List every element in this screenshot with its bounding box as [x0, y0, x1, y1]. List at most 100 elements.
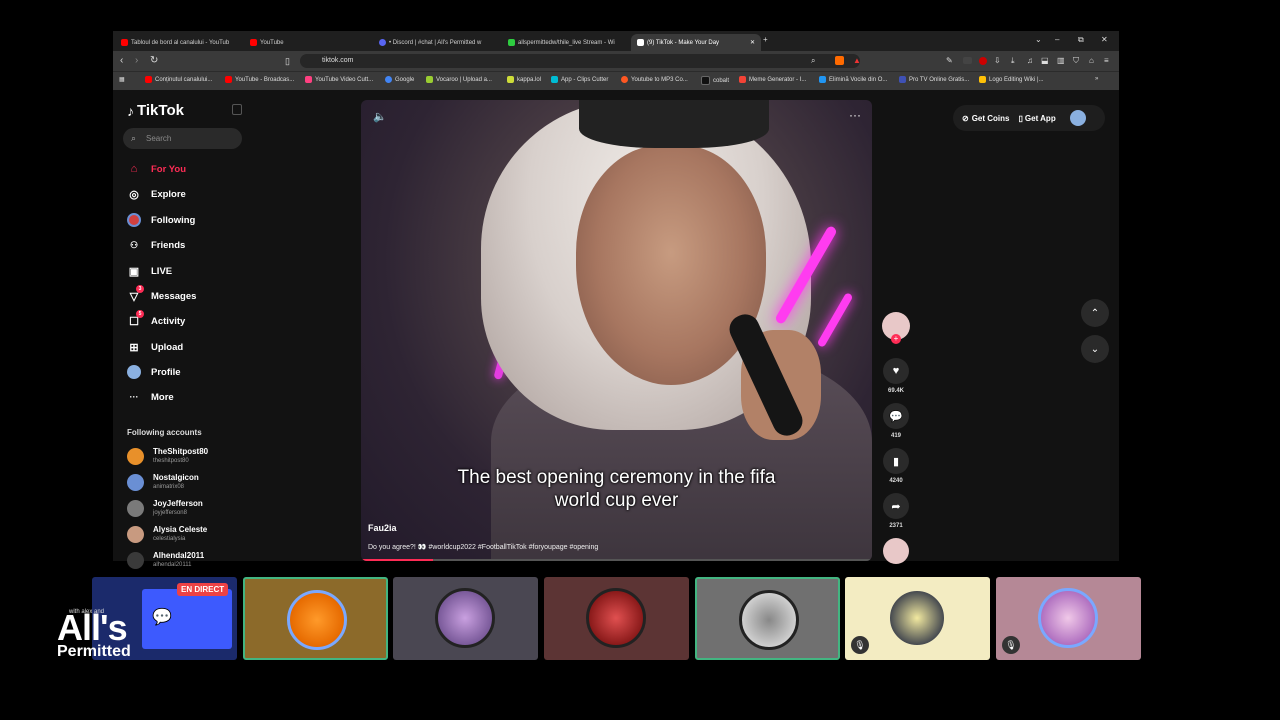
bookmark-item[interactable]: Vocaroo | Upload a...	[426, 76, 492, 83]
tab-search-button[interactable]: ⌄	[1035, 35, 1042, 44]
participant-tile[interactable]	[393, 577, 538, 660]
extension-icon[interactable]: ⬓	[1041, 55, 1049, 67]
like-button[interactable]: ♥ 69.4K	[881, 358, 911, 394]
previous-video-button[interactable]: ⌃	[1081, 299, 1109, 327]
profile-avatar[interactable]	[1069, 110, 1086, 126]
restore-button[interactable]: ⧉	[1078, 35, 1084, 45]
more-bookmarks-button[interactable]: »	[1095, 76, 1098, 82]
browser-toolbar: ‹ › ↻ ▯ tiktok.com ⌕ ▲ ✎ ⇩ ⤓ ♫ ⬓ ▥ ⛉ ⌂ ≡	[113, 51, 1119, 71]
get-coins-button[interactable]: Get Coins	[972, 114, 1010, 123]
tab-tiktok[interactable]: (9) TikTok - Make Your Day ✕	[631, 34, 761, 51]
meme-favicon-icon	[739, 76, 746, 83]
video-person-agal	[579, 100, 769, 148]
share-button[interactable]: ➦ 2371	[881, 493, 911, 529]
video-author[interactable]: Fau2ia	[368, 523, 397, 533]
back-icon[interactable]: ‹	[120, 55, 123, 67]
wallet-icon[interactable]: ⛉	[1073, 55, 1079, 67]
participant-tile[interactable]	[243, 577, 388, 660]
download-icon[interactable]: ⤓	[1011, 55, 1015, 67]
collapse-sidebar-icon[interactable]	[232, 104, 242, 115]
bookmark-item[interactable]: cobalt	[701, 76, 729, 85]
bookmark-item[interactable]: Logo Editing Wiki |...	[979, 76, 1044, 83]
get-app-button[interactable]: Get App	[1025, 114, 1056, 123]
tiktok-logo[interactable]: ♪ TikTok	[127, 102, 184, 119]
close-window-button[interactable]: ✕	[1101, 35, 1108, 44]
nav-profile[interactable]: Profile	[127, 365, 181, 379]
search-input[interactable]: ⌕ Search	[123, 128, 242, 149]
vocaroo-favicon-icon	[426, 76, 433, 83]
music-icon[interactable]: ♫	[1027, 55, 1033, 67]
video-progress-bar[interactable]	[361, 559, 872, 561]
follow-plus-icon[interactable]: +	[891, 334, 901, 344]
nav-more[interactable]: ··· More	[127, 390, 174, 404]
bookmark-item[interactable]: Meme Generator - I...	[739, 76, 806, 83]
forward-icon[interactable]: ›	[135, 55, 138, 67]
volume-icon[interactable]: 🔈	[373, 110, 387, 123]
nav-activity[interactable]: ☐ 5 Activity	[127, 310, 185, 328]
comment-button[interactable]: 💬 419	[881, 403, 911, 439]
tiktok-favicon-icon	[637, 39, 644, 46]
nav-following[interactable]: Following	[127, 213, 195, 227]
account-item[interactable]: Alhendal2011 alhendal20111	[127, 551, 204, 569]
account-item[interactable]: TheShitpost80 theshitpost80	[127, 447, 208, 465]
bookmark-item[interactable]: YouTube - Broadcas...	[225, 76, 294, 83]
nav-explore[interactable]: ◎ Explore	[127, 187, 186, 201]
bookmark-item[interactable]: Pro TV Online Gratis...	[899, 76, 969, 83]
tab-youtube-dashboard[interactable]: Tabloul de bord al canalului - YouTub	[115, 34, 242, 51]
avatar	[586, 588, 646, 648]
share-icon: ➦	[883, 493, 909, 519]
apps-icon[interactable]: ▦	[119, 76, 125, 83]
google-favicon-icon	[385, 76, 392, 83]
participant-tile[interactable]: 🎙	[845, 577, 990, 660]
bookmark-item[interactable]: kappa.lol	[507, 76, 541, 83]
minimize-button[interactable]: –	[1055, 35, 1059, 44]
bookmark-item[interactable]: Conținutul canalului...	[145, 76, 212, 83]
menu-icon[interactable]: ≡	[1104, 55, 1109, 67]
nav-friends[interactable]: ⚇ Friends	[127, 238, 185, 252]
heart-icon: ♥	[883, 358, 909, 384]
bookmark-item[interactable]: Google	[385, 76, 414, 83]
extension-icon[interactable]	[963, 57, 972, 64]
vocal-favicon-icon	[819, 76, 826, 83]
account-item[interactable]: Alysia Celeste celestialysia	[127, 525, 207, 543]
new-tab-button[interactable]: +	[763, 35, 768, 44]
bookmark-item[interactable]: Youtube to MP3 Co...	[621, 76, 688, 83]
reload-icon[interactable]: ↻	[150, 55, 158, 67]
bookmark-item[interactable]: Elimină Vocile din O...	[819, 76, 887, 83]
tab-close-icon[interactable]: ✕	[750, 39, 755, 46]
participant-tile[interactable]: 🎙	[996, 577, 1141, 660]
more-options-icon[interactable]: ···	[849, 108, 861, 122]
participant-tile[interactable]	[695, 577, 840, 660]
participant-tile[interactable]	[544, 577, 689, 660]
bookmark-item[interactable]: YouTube Video Cutt...	[305, 76, 373, 83]
extension-icon[interactable]: ✎	[946, 55, 953, 67]
tab-live-stream[interactable]: allspermittedw/thile_live Stream - Wi	[502, 34, 629, 51]
address-bar[interactable]: tiktok.com	[300, 54, 860, 68]
video-player[interactable]: 🔈 ··· The best opening ceremony in the f…	[361, 100, 872, 561]
sidebar-icon[interactable]: ▥	[1057, 55, 1065, 67]
bookmark-icon[interactable]: ▯	[285, 55, 290, 67]
zoom-icon[interactable]: ⌕	[811, 55, 815, 67]
nav-live[interactable]: ▣ LIVE	[127, 264, 172, 278]
coin-icon: ⊘	[962, 113, 969, 123]
tab-youtube[interactable]: YouTube	[244, 34, 371, 51]
save-button[interactable]: ▮ 4240	[881, 448, 911, 484]
account-item[interactable]: Nostalgicon animatrix08	[127, 473, 199, 491]
rewards-icon[interactable]: ▲	[853, 55, 861, 67]
youtube-favicon-icon	[145, 76, 152, 83]
bookmark-item[interactable]: App - Clips Cutter	[551, 76, 608, 83]
brave-shield-icon[interactable]	[835, 56, 844, 65]
vpn-icon[interactable]: ⌂	[1089, 55, 1094, 67]
nav-messages[interactable]: ▽ 3 Messages	[127, 285, 196, 303]
creator-avatar-button[interactable]: +	[881, 312, 911, 344]
next-video-button[interactable]: ⌄	[1081, 335, 1109, 363]
sound-disc-button[interactable]	[881, 538, 911, 564]
extension-icon[interactable]	[979, 57, 987, 65]
chevron-up-icon: ⌃	[1090, 307, 1100, 319]
upload-icon: ⊞	[129, 341, 139, 354]
account-item[interactable]: JoyJefferson joyjefferson8	[127, 499, 203, 517]
nav-upload[interactable]: ⊞ Upload	[127, 340, 183, 354]
nav-for-you[interactable]: ⌂ For You	[127, 162, 186, 176]
tab-discord[interactable]: • Discord | #chat | All's Permitted w	[373, 34, 500, 51]
extension-icon[interactable]: ⇩	[994, 55, 1001, 67]
